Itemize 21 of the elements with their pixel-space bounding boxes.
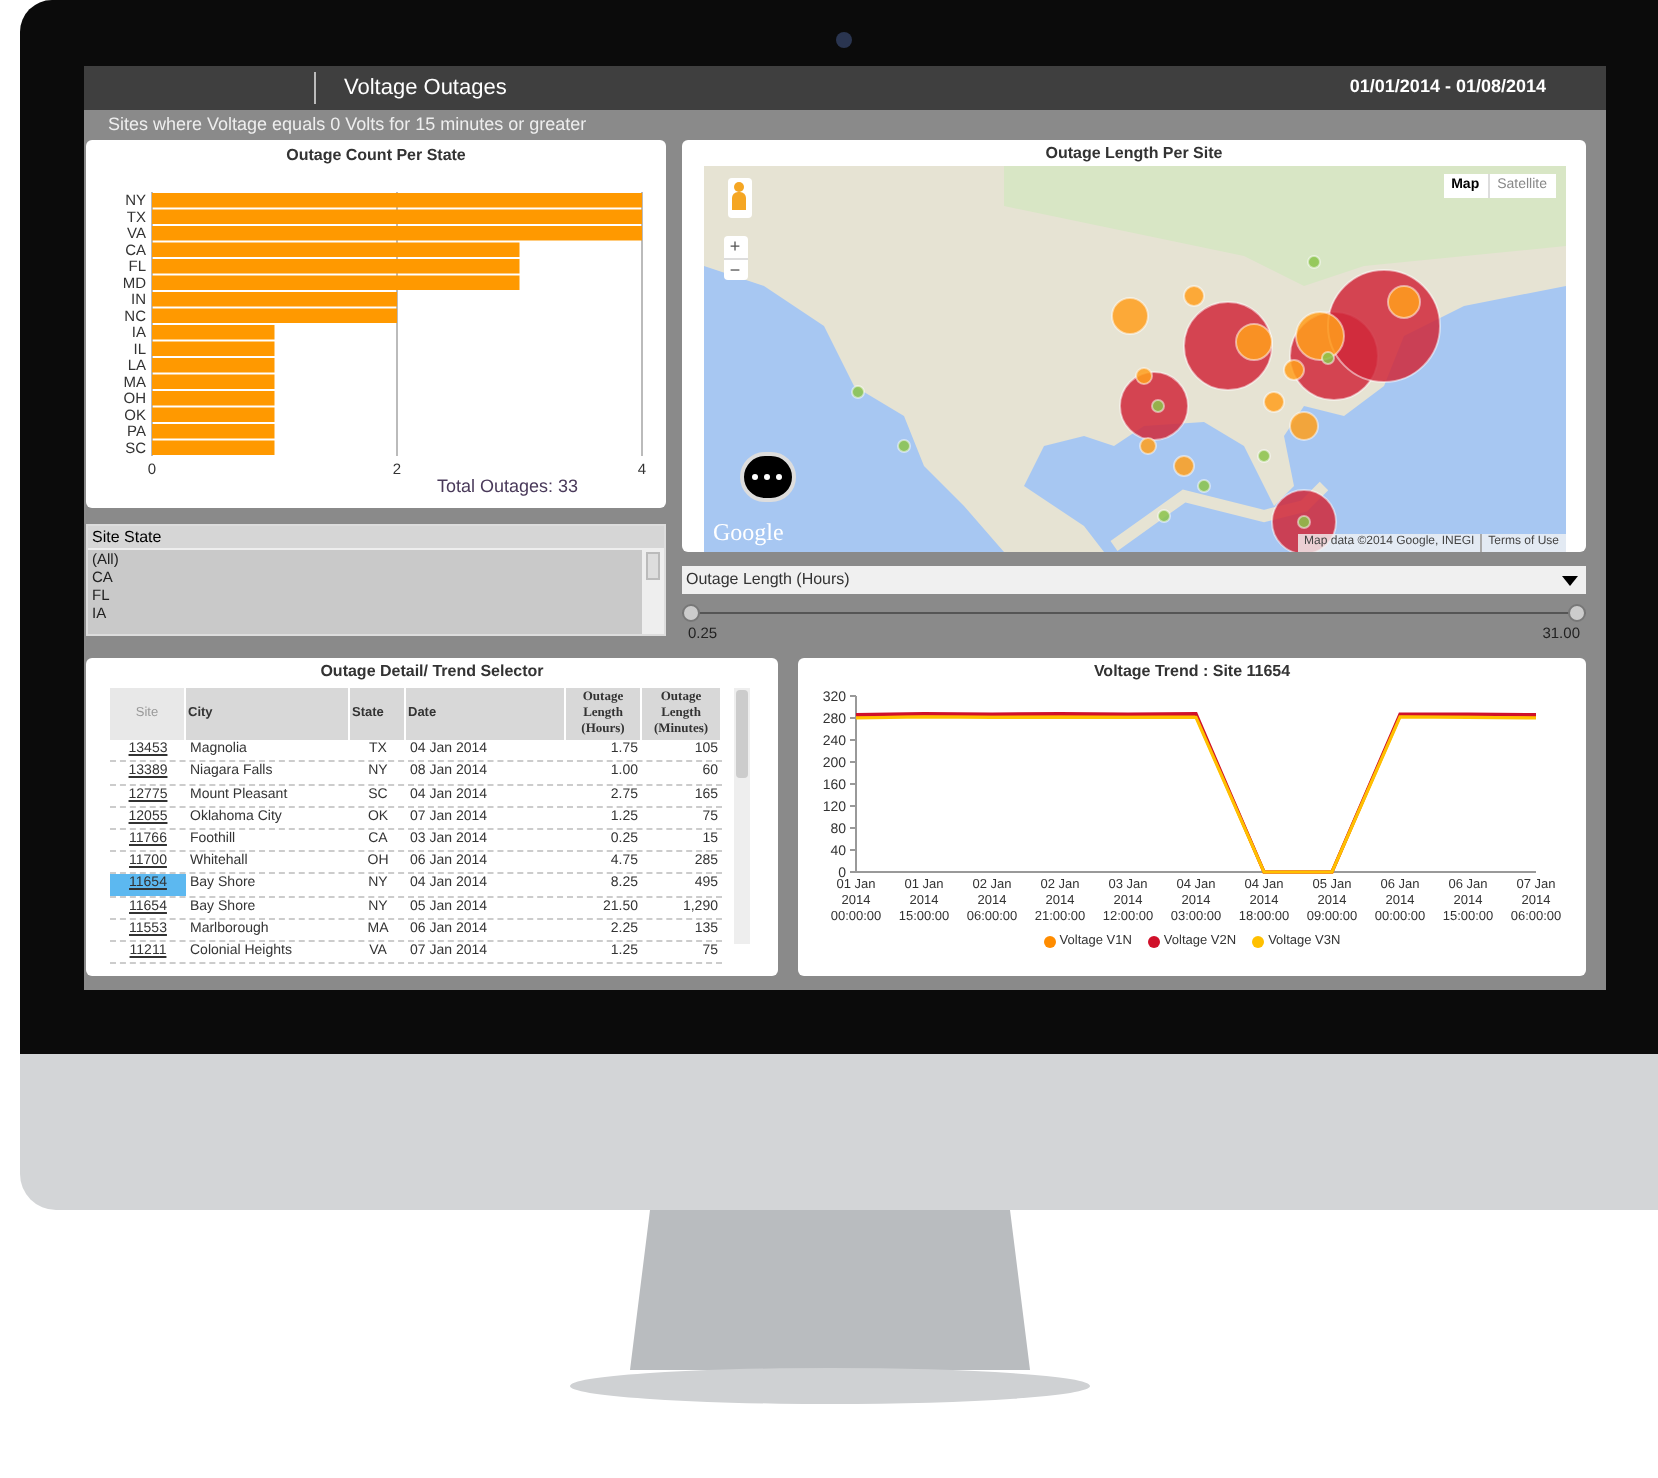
date-range: 01/01/2014 - 01/08/2014 <box>1349 74 1546 101</box>
caret-icon <box>1562 575 1578 585</box>
chart-title: Outage Count Per State <box>286 144 466 168</box>
list-header: Site State <box>88 526 664 550</box>
chart-title: Voltage Trend : Site 11654 <box>1093 660 1291 685</box>
scrollbar[interactable] <box>642 550 664 634</box>
zoom-in-button[interactable]: + <box>723 236 747 258</box>
dashboard-title: Voltage Outages <box>344 73 507 104</box>
range-slider[interactable] <box>682 604 1586 622</box>
pegman-icon[interactable] <box>727 178 751 218</box>
chart-title: Outage Length Per Site <box>1045 142 1223 166</box>
table-title: Outage Detail/ Trend Selector <box>320 660 544 685</box>
slider-thumb[interactable] <box>682 604 700 622</box>
zoom-out-button[interactable]: − <box>723 258 747 280</box>
total-outages: Total Outages: 33 <box>436 474 578 500</box>
map-logo: Google <box>713 520 784 544</box>
camera-icon <box>836 32 852 48</box>
slider-thumb[interactable] <box>1568 604 1586 622</box>
scrollbar[interactable] <box>734 688 750 945</box>
subtitle: Sites where Voltage equals 0 Volts for 15 minutes or greater <box>108 112 589 136</box>
dropdown[interactable]: Outage Length (Hours) <box>682 566 1586 594</box>
